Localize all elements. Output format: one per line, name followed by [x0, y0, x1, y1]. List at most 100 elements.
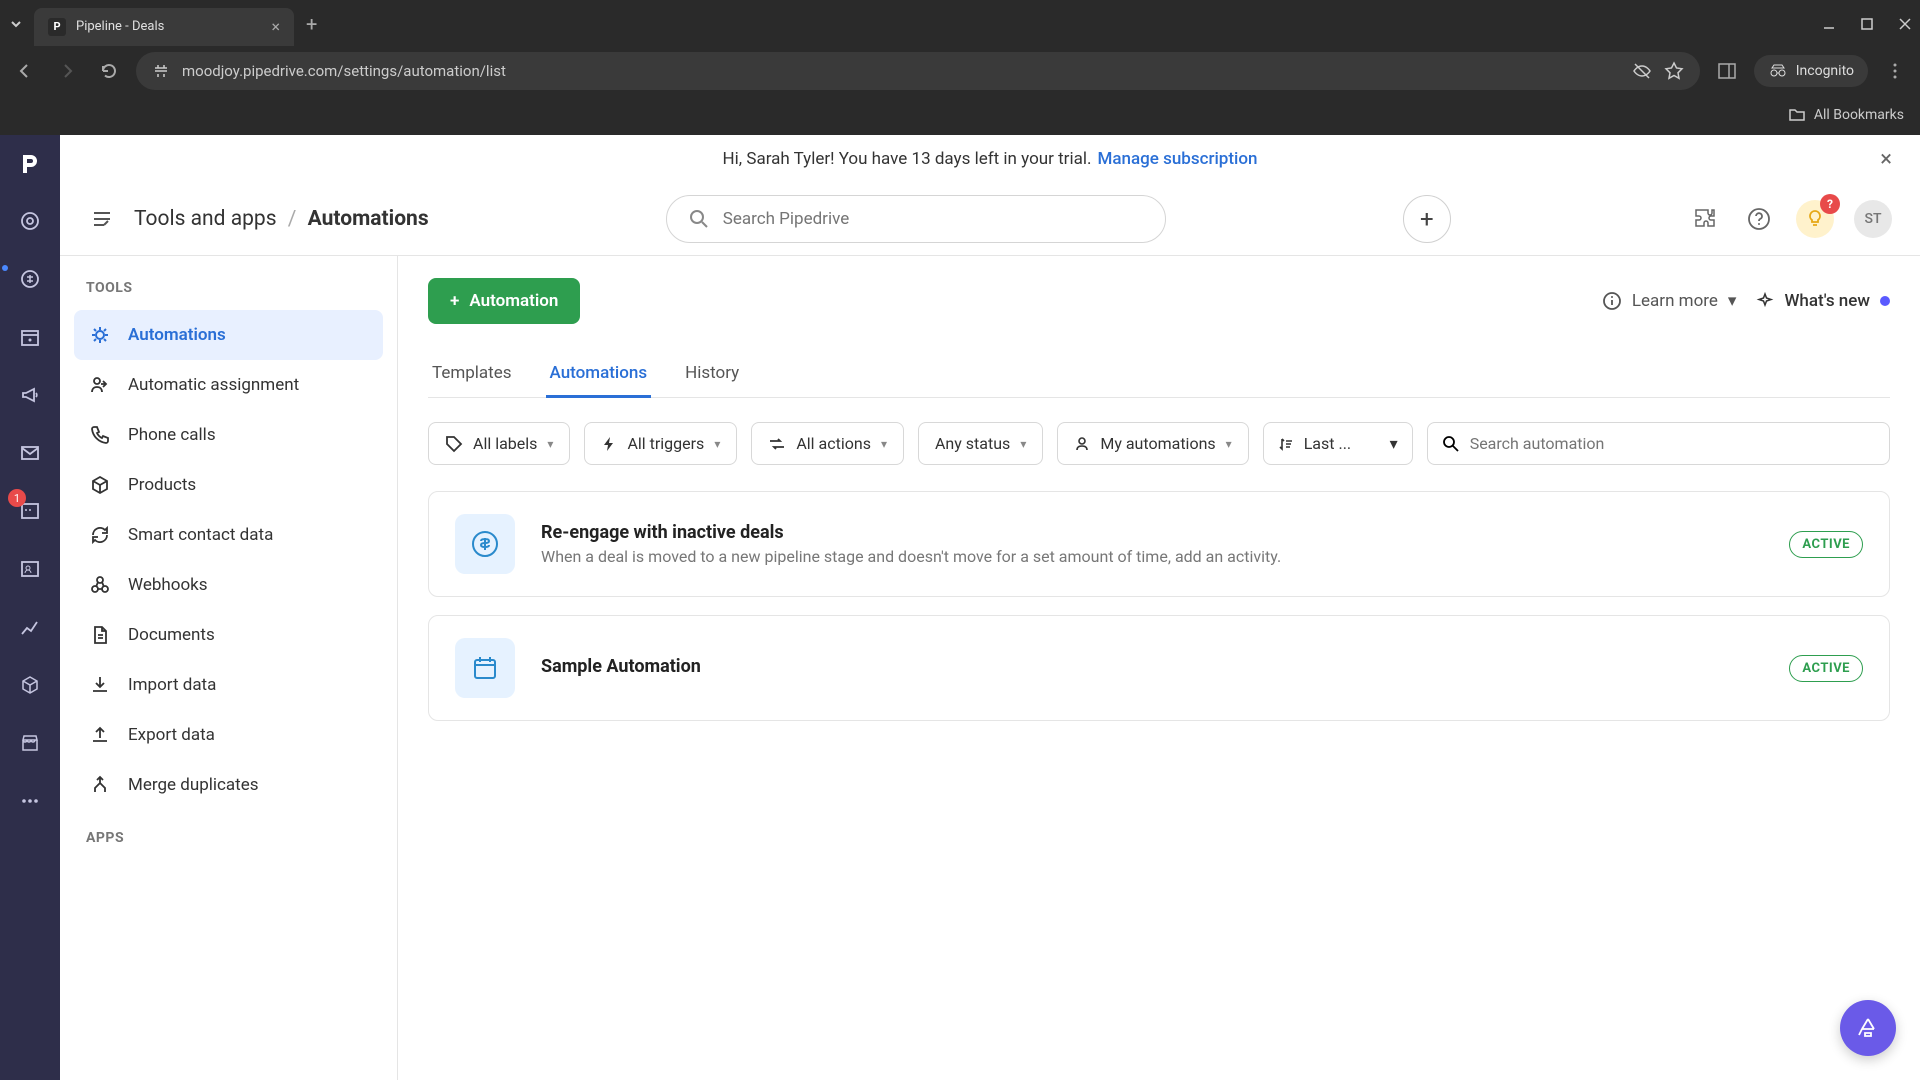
tab-close-icon[interactable]: ×	[271, 17, 280, 36]
bookmark-star-icon[interactable]	[1664, 61, 1684, 81]
filter-label: All triggers	[627, 434, 704, 453]
rail-target-icon[interactable]	[12, 203, 48, 239]
rail-more-icon[interactable]	[12, 783, 48, 819]
card-title: Re-engage with inactive deals	[541, 522, 1763, 543]
merge-icon	[88, 773, 112, 797]
sidebar-label: Products	[128, 475, 196, 495]
sidebar-section-apps: APPS	[74, 830, 383, 860]
sidebar-toggle-icon[interactable]	[88, 205, 116, 233]
button-label: Automation	[469, 291, 558, 311]
menu-icon[interactable]	[1880, 56, 1910, 86]
tab-templates[interactable]: Templates	[428, 351, 516, 398]
whats-new-button[interactable]: What's new	[1756, 291, 1890, 311]
browser-tab[interactable]: P Pipeline - Deals ×	[34, 8, 294, 46]
banner-close-icon[interactable]: ×	[1880, 147, 1892, 172]
incognito-label: Incognito	[1796, 63, 1854, 79]
learn-more-label: Learn more	[1632, 291, 1718, 311]
tab-history[interactable]: History	[681, 351, 743, 398]
sidebar-item-import[interactable]: Import data	[74, 660, 383, 710]
card-body: Re-engage with inactive deals When a dea…	[541, 522, 1763, 566]
quick-add-button[interactable]: +	[1403, 195, 1451, 243]
sidebar-item-phone[interactable]: Phone calls	[74, 410, 383, 460]
app-logo-icon[interactable]	[13, 147, 47, 181]
rail-contacts-icon[interactable]	[12, 551, 48, 587]
filter-status[interactable]: Any status ▾	[918, 422, 1043, 465]
sidebar-item-documents[interactable]: Documents	[74, 610, 383, 660]
rail-deals-icon[interactable]	[12, 261, 48, 297]
automation-card[interactable]: Sample Automation ACTIVE	[428, 615, 1890, 721]
banner-link[interactable]: Manage subscription	[1097, 149, 1257, 169]
bookmarks-bar: All Bookmarks	[0, 95, 1920, 135]
card-title: Sample Automation	[541, 656, 1763, 677]
filter-actions[interactable]: All actions ▾	[751, 422, 904, 465]
sidebar-item-smartcontact[interactable]: Smart contact data	[74, 510, 383, 560]
tag-icon	[445, 435, 463, 453]
site-settings-icon[interactable]	[152, 62, 170, 80]
url-bar[interactable]: moodjoy.pipedrive.com/settings/automatio…	[136, 52, 1700, 90]
app-root: 1 Hi, Sarah Tyler! You have 13 days left…	[0, 135, 1920, 1080]
rail-products-icon[interactable]	[12, 667, 48, 703]
tab-title: Pipeline - Deals	[76, 19, 261, 34]
download-icon	[88, 673, 112, 697]
sidebar-section-tools: TOOLS	[74, 280, 383, 310]
rail-marketplace-icon[interactable]	[12, 725, 48, 761]
search-input[interactable]	[723, 209, 1143, 229]
maximize-icon[interactable]	[1860, 17, 1874, 31]
sidebar-label: Merge duplicates	[128, 775, 259, 795]
help-fab[interactable]	[1840, 1000, 1896, 1056]
filter-triggers[interactable]: All triggers ▾	[584, 422, 737, 465]
incognito-chip[interactable]: Incognito	[1754, 55, 1868, 87]
global-search[interactable]	[666, 195, 1166, 243]
chevron-down-icon: ▾	[1728, 291, 1737, 311]
extensions-icon[interactable]	[1688, 202, 1722, 236]
breadcrumb-parent[interactable]: Tools and apps	[134, 207, 277, 231]
rail-activity-icon[interactable]: 1	[12, 493, 48, 529]
card-body: Sample Automation	[541, 656, 1763, 681]
forward-button[interactable]	[52, 56, 82, 86]
sidebar-item-assignment[interactable]: Automatic assignment	[74, 360, 383, 410]
new-automation-button[interactable]: + Automation	[428, 278, 580, 324]
help-icon[interactable]	[1742, 202, 1776, 236]
filter-label: All actions	[796, 434, 871, 453]
content-topbar: + Automation Learn more ▾ What's new	[428, 278, 1890, 324]
rail-campaigns-icon[interactable]	[12, 377, 48, 413]
phone-icon	[88, 423, 112, 447]
minimize-icon[interactable]	[1822, 17, 1836, 31]
refresh-icon	[88, 523, 112, 547]
tips-icon[interactable]: ?	[1796, 200, 1834, 238]
status-badge: ACTIVE	[1789, 655, 1863, 682]
sidebar-label: Smart contact data	[128, 525, 273, 545]
user-avatar[interactable]: ST	[1854, 200, 1892, 238]
rail-insights-icon[interactable]	[12, 609, 48, 645]
sidebar-label: Documents	[128, 625, 215, 645]
close-window-icon[interactable]	[1898, 17, 1912, 31]
rail-mail-icon[interactable]	[12, 435, 48, 471]
new-tab-button[interactable]: +	[306, 12, 317, 36]
search-automations[interactable]	[1427, 422, 1890, 465]
automation-card[interactable]: Re-engage with inactive deals When a dea…	[428, 491, 1890, 597]
tab-automations[interactable]: Automations	[546, 351, 652, 398]
sidebar-item-webhooks[interactable]: Webhooks	[74, 560, 383, 610]
search-automations-input[interactable]	[1470, 434, 1875, 453]
calendar-icon	[455, 638, 515, 698]
filter-labels[interactable]: All labels ▾	[428, 422, 570, 465]
sidebar-item-automations[interactable]: Automations	[74, 310, 383, 360]
learn-more-button[interactable]: Learn more ▾	[1602, 291, 1737, 311]
filter-owner[interactable]: My automations ▾	[1057, 422, 1248, 465]
breadcrumb-separator: /	[288, 207, 297, 231]
box-icon	[88, 473, 112, 497]
sort-dropdown[interactable]: Last ... ▾	[1263, 422, 1413, 465]
sidebar-item-merge[interactable]: Merge duplicates	[74, 760, 383, 810]
back-button[interactable]	[10, 56, 40, 86]
sidebar-label: Automatic assignment	[128, 375, 299, 395]
status-badge: ACTIVE	[1789, 531, 1863, 558]
reload-button[interactable]	[94, 56, 124, 86]
tab-dropdown-icon[interactable]	[8, 16, 24, 32]
sidepanel-icon[interactable]	[1712, 56, 1742, 86]
sort-label: Last ...	[1304, 434, 1380, 453]
sidebar-item-products[interactable]: Products	[74, 460, 383, 510]
eye-off-icon[interactable]	[1632, 61, 1652, 81]
bookmarks-label[interactable]: All Bookmarks	[1814, 107, 1904, 123]
rail-calendar-icon[interactable]	[12, 319, 48, 355]
sidebar-item-export[interactable]: Export data	[74, 710, 383, 760]
